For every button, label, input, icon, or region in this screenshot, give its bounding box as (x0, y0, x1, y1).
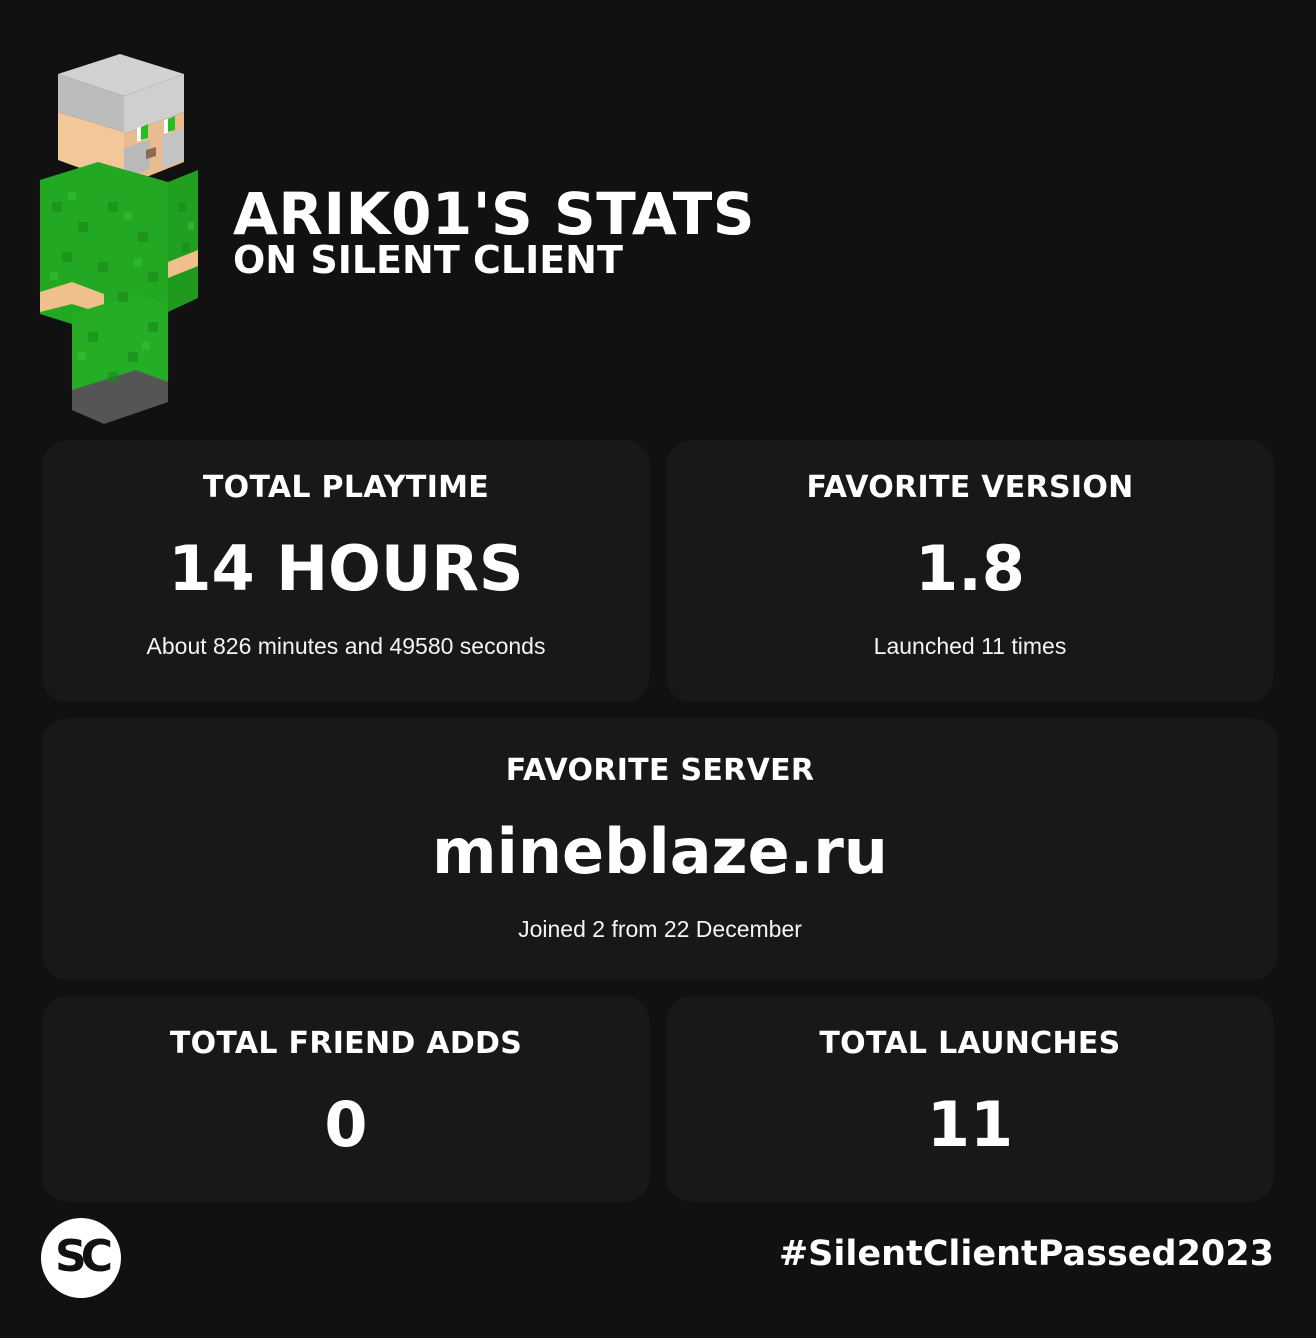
playtime-card: TOTAL PLAYTIME 14 HOURS About 826 minute… (42, 440, 650, 702)
page-title: ARIK01'S STATS (233, 180, 756, 248)
favorite-server-card: FAVORITE SERVER mineblaze.ru Joined 2 fr… (42, 718, 1278, 980)
hashtag: #SilentClientPassed2023 (778, 1234, 1274, 1274)
card-label: TOTAL FRIEND ADDS (169, 1026, 523, 1061)
card-value: 0 (324, 1088, 368, 1161)
favorite-version-card: FAVORITE VERSION 1.8 Launched 11 times (666, 440, 1274, 702)
logo-text: SC (55, 1231, 113, 1282)
card-value: 14 HOURS (168, 532, 524, 605)
card-value: 11 (926, 1088, 1014, 1161)
card-value: 1.8 (915, 532, 1025, 605)
card-label: TOTAL LAUNCHES (819, 1026, 1121, 1061)
total-launches-card: TOTAL LAUNCHES 11 (666, 996, 1274, 1202)
silent-client-logo-icon: SC (41, 1218, 121, 1298)
card-note: Joined 2 from 22 December (518, 916, 802, 942)
card-label: FAVORITE VERSION (806, 470, 1134, 505)
card-value: mineblaze.ru (432, 815, 888, 888)
card-label: TOTAL PLAYTIME (202, 470, 490, 505)
card-label: FAVORITE SERVER (505, 753, 815, 788)
stats-header: ARIK01'S STATS ON SILENT CLIENT (0, 0, 1316, 440)
friend-adds-card: TOTAL FRIEND ADDS 0 (42, 996, 650, 1202)
minecraft-player-skin-icon (40, 54, 198, 424)
title-block: ARIK01'S STATS ON SILENT CLIENT (233, 182, 755, 280)
card-note: About 826 minutes and 49580 seconds (146, 633, 546, 659)
card-note: Launched 11 times (873, 633, 1067, 659)
